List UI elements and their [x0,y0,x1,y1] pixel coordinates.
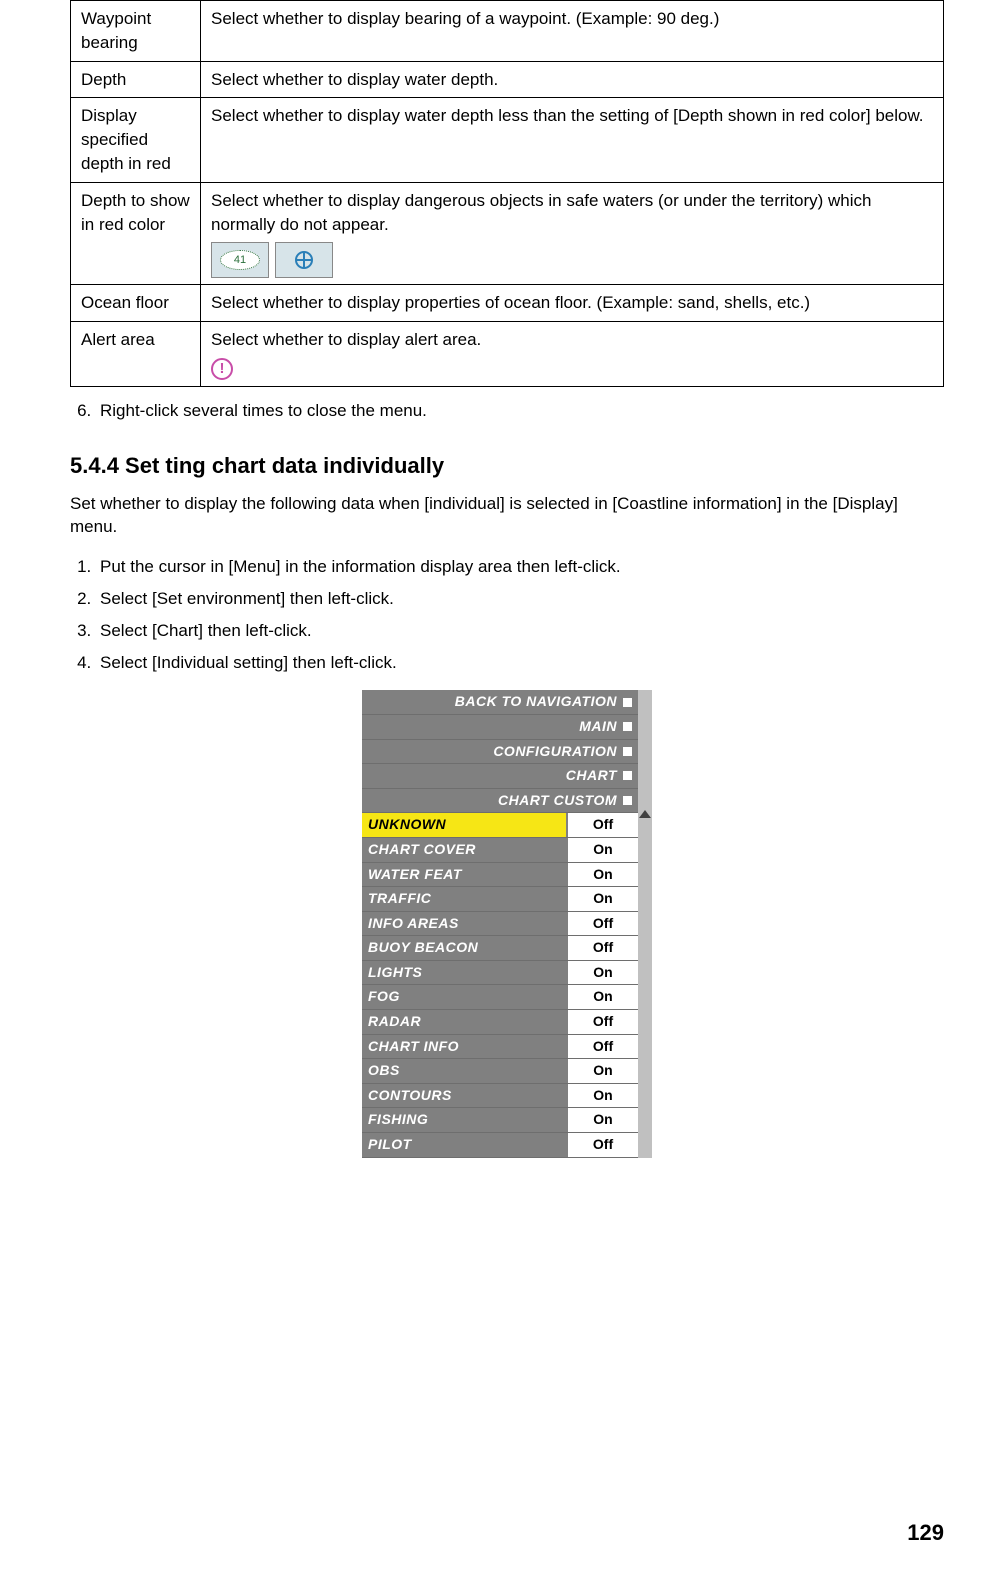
definitions-table: Waypoint bearing Select whether to displ… [70,0,944,387]
chart-custom-menu: BACK TO NAVIGATION MAIN CONFIGURATION CH… [362,690,652,1157]
menu-option-pilot[interactable]: PILOTOff [362,1133,638,1158]
menu-option-fog[interactable]: FOGOn [362,985,638,1010]
menu-option-fishing[interactable]: FISHINGOn [362,1108,638,1133]
term-cell: Ocean floor [71,285,201,322]
term-cell: Alert area [71,322,201,387]
option-label: CHART COVER [362,838,566,862]
alert-icon: ! [211,358,233,380]
option-label: FISHING [362,1108,566,1132]
menu-option-water-feat[interactable]: WATER FEATOn [362,863,638,888]
section-paragraph: Set whether to display the following dat… [70,492,944,540]
menu-nav-main[interactable]: MAIN [362,715,638,740]
list-item: Right-click several times to close the m… [96,397,944,429]
scroll-up-icon [639,810,651,818]
desc-cell: Select whether to display bearing of a w… [201,1,944,62]
option-value: On [566,961,638,985]
option-label: UNKNOWN [362,813,566,837]
option-value: On [566,1108,638,1132]
option-value: On [566,985,638,1009]
menu-screenshot: BACK TO NAVIGATION MAIN CONFIGURATION CH… [70,690,944,1157]
example-icons-row: 41 [211,242,933,278]
menu-option-chart-info[interactable]: CHART INFOOff [362,1035,638,1060]
menu-option-chart-cover[interactable]: CHART COVEROn [362,838,638,863]
step-list: Put the cursor in [Menu] in the informat… [96,553,944,680]
option-value: On [566,863,638,887]
option-value: Off [566,1133,638,1157]
menu-option-buoy-beacon[interactable]: BUOY BEACONOff [362,936,638,961]
option-value: Off [566,813,638,837]
page-number: 129 [907,1518,944,1549]
option-value: Off [566,912,638,936]
menu-option-contours[interactable]: CONTOURSOn [362,1084,638,1109]
submenu-icon [623,698,632,707]
menu-option-unknown[interactable]: UNKNOWNOff [362,813,638,838]
menu-nav-configuration[interactable]: CONFIGURATION [362,740,638,765]
option-value: On [566,838,638,862]
option-label: TRAFFIC [362,887,566,911]
nav-label: MAIN [579,717,617,737]
desc-cell: Select whether to display alert area. ! [201,322,944,387]
option-label: PILOT [362,1133,566,1157]
submenu-icon [623,796,632,805]
globe-icon [275,242,333,278]
option-label: FOG [362,985,566,1009]
term-cell: Depth [71,61,201,98]
desc-cell: Select whether to display dangerous obje… [201,182,944,285]
menu-option-lights[interactable]: LIGHTSOn [362,961,638,986]
list-item: Put the cursor in [Menu] in the informat… [96,553,944,585]
option-value: Off [566,1035,638,1059]
option-value: On [566,887,638,911]
option-label: BUOY BEACON [362,936,566,960]
depth-number-icon: 41 [211,242,269,278]
list-item: Select [Chart] then left-click. [96,617,944,649]
depth-oval: 41 [220,250,260,270]
submenu-icon [623,771,632,780]
term-cell: Display specified depth in red [71,98,201,182]
section-heading: 5.4.4 Set ting chart data individually [70,451,944,482]
option-label: OBS [362,1059,566,1083]
desc-cell: Select whether to display properties of … [201,285,944,322]
table-row: Ocean floor Select whether to display pr… [71,285,944,322]
table-row: Depth to show in red color Select whethe… [71,182,944,285]
term-cell: Depth to show in red color [71,182,201,285]
option-label: CONTOURS [362,1084,566,1108]
option-label: RADAR [362,1010,566,1034]
term-cell: Waypoint bearing [71,1,201,62]
table-row: Alert area Select whether to display ale… [71,322,944,387]
list-item: Select [Set environment] then left-click… [96,585,944,617]
option-value: On [566,1059,638,1083]
option-label: LIGHTS [362,961,566,985]
menu-option-traffic[interactable]: TRAFFICOn [362,887,638,912]
menu-option-radar[interactable]: RADAROff [362,1010,638,1035]
desc-cell: Select whether to display water depth. [201,61,944,98]
option-value: On [566,1084,638,1108]
submenu-icon [623,747,632,756]
submenu-icon [623,722,632,731]
menu-nav-chart-custom[interactable]: CHART CUSTOM [362,789,638,814]
nav-label: CHART [566,766,617,786]
table-row: Waypoint bearing Select whether to displ… [71,1,944,62]
menu-nav-back[interactable]: BACK TO NAVIGATION [362,690,638,715]
nav-label: CONFIGURATION [493,742,617,762]
menu-option-obs[interactable]: OBSOn [362,1059,638,1084]
menu-option-info-areas[interactable]: INFO AREASOff [362,912,638,937]
option-value: Off [566,1010,638,1034]
step-list-continuation: Right-click several times to close the m… [96,397,944,429]
desc-text: Select whether to display dangerous obje… [211,191,872,234]
desc-text: Select whether to display alert area. [211,330,481,349]
option-label: INFO AREAS [362,912,566,936]
menu-nav-chart[interactable]: CHART [362,764,638,789]
desc-cell: Select whether to display water depth le… [201,98,944,182]
option-value: Off [566,936,638,960]
option-label: WATER FEAT [362,863,566,887]
table-row: Depth Select whether to display water de… [71,61,944,98]
list-item: Select [Individual setting] then left-cl… [96,649,944,681]
nav-label: CHART CUSTOM [498,791,617,811]
table-row: Display specified depth in red Select wh… [71,98,944,182]
option-label: CHART INFO [362,1035,566,1059]
nav-label: BACK TO NAVIGATION [455,692,617,712]
